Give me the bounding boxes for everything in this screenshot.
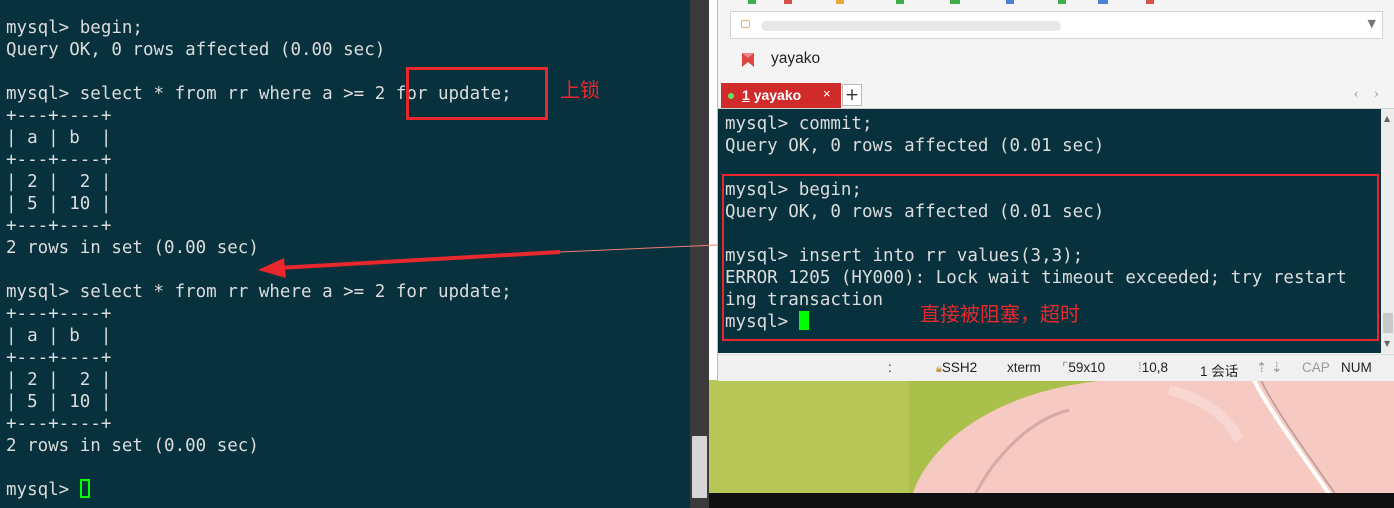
status-term-type: xterm — [1007, 360, 1041, 375]
left-terminal-line: mysql> begin; — [6, 18, 143, 38]
status-size: ⌜59x10 — [1062, 360, 1105, 376]
left-terminal-line: +---+----+ — [6, 216, 112, 236]
left-terminal-line — [6, 259, 512, 281]
tab-bar: 1 yayako × + ‹ › — [718, 82, 1394, 109]
tab-nav-arrows[interactable]: ‹ › — [1354, 87, 1385, 101]
left-terminal-line: 2 rows in set (0.00 sec) — [6, 436, 259, 456]
status-caps: CAP — [1302, 360, 1330, 375]
tab-label: 1 yayako — [742, 87, 801, 103]
add-tab-button[interactable]: + — [842, 84, 862, 106]
left-terminal-line: +---+----+ — [6, 348, 112, 368]
tab-yayako[interactable]: 1 yayako × — [721, 83, 841, 108]
left-terminal-line: | 2 | 2 | — [6, 172, 112, 192]
status-cursor-pos-text: 10,8 — [1141, 360, 1169, 375]
left-terminal-line: Query OK, 0 rows affected (0.00 sec) — [6, 40, 386, 60]
address-text-obscured — [761, 21, 1061, 31]
left-terminal-line: mysql> — [6, 479, 512, 501]
annotation-blocked-text: 直接被阻塞，超时 — [920, 302, 1080, 326]
left-terminal-line: +---+----+ — [6, 150, 112, 170]
left-terminal-line: 2 rows in set (0.00 sec) — [6, 238, 259, 258]
status-sessions: 1 会话 — [1200, 364, 1239, 379]
chevron-down-icon[interactable]: ▼ — [1368, 17, 1376, 30]
scrollbar-thumb[interactable] — [1383, 313, 1393, 333]
status-num: NUM — [1341, 360, 1372, 375]
status-protocol: 🔒︎SSH2 — [936, 360, 977, 376]
left-terminal-scrollbar[interactable] — [690, 0, 709, 508]
left-terminal-line: | a | b | — [6, 128, 112, 148]
toolbar-icons-strip — [748, 0, 1154, 4]
connected-status-dot — [728, 93, 734, 99]
left-terminal-line: | 5 | 10 | — [6, 194, 112, 214]
tab-close-icon[interactable]: × — [823, 86, 831, 101]
left-terminal-line — [6, 457, 512, 479]
annotation-lock-box — [406, 67, 548, 120]
right-terminal-scrollbar[interactable]: ▲ ▼ — [1381, 109, 1394, 353]
status-protocol-text: SSH2 — [941, 360, 978, 375]
status-up-down-arrows-icon: ⇡ ⇣ — [1256, 360, 1283, 375]
status-bar: : 🔒︎SSH2 xterm ⌜59x10 ⁞10,8 1 会话 ⇡ ⇣ CAP… — [718, 354, 1394, 381]
right-terminal-line: mysql> commit; — [725, 114, 873, 134]
left-terminal-line: | 5 | 10 | — [6, 392, 112, 412]
address-bar[interactable]: ▼ — [730, 11, 1383, 39]
annotation-lock-text: 上锁 — [560, 78, 600, 102]
session-name: yayako — [771, 50, 821, 67]
tab-name: yayako — [753, 87, 802, 103]
desktop-background-image — [709, 380, 1394, 508]
left-terminal-line: +---+----+ — [6, 304, 112, 324]
left-terminal-line: +---+----+ — [6, 414, 112, 434]
status-size-text: 59x10 — [1068, 360, 1106, 375]
left-terminal-line: | 2 | 2 | — [6, 370, 112, 390]
tab-number: 1 — [742, 87, 750, 103]
right-terminal-line: Query OK, 0 rows affected (0.01 sec) — [725, 136, 1105, 156]
lock-icon — [741, 20, 750, 28]
terminal-cursor — [79, 479, 90, 498]
scroll-down-icon[interactable]: ▼ — [1384, 339, 1390, 348]
session-icon — [742, 53, 754, 67]
left-terminal-line: mysql> select * from rr where a >= 2 for… — [6, 282, 512, 302]
status-cursor-pos: ⁞10,8 — [1138, 360, 1168, 375]
scroll-up-icon[interactable]: ▲ — [1384, 114, 1390, 123]
left-terminal-line: | a | b | — [6, 326, 112, 346]
scrollbar-thumb[interactable] — [692, 436, 707, 498]
status-colon: : — [888, 360, 892, 375]
